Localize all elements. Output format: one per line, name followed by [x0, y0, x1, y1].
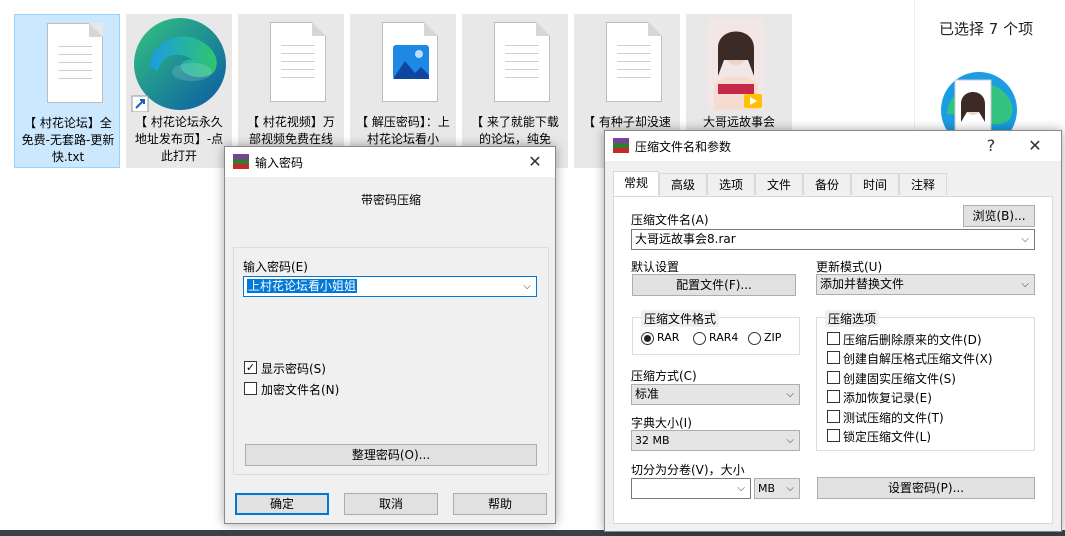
split-label: 切分为分卷(V)，大小: [631, 463, 745, 477]
option-sfx-checkbox[interactable]: [827, 351, 840, 364]
text-file-icon: [260, 20, 326, 106]
password-dialog: 输入密码 ✕ 带密码压缩 输入密码(E) 上村花论坛看小姐姐 ⌵ ✓ 显示密码(…: [224, 146, 556, 524]
help-button[interactable]: 帮助: [453, 493, 547, 515]
option-label: 压缩后删除原来的文件(D): [843, 333, 982, 347]
winrar-icon: [233, 154, 249, 170]
tab-backup[interactable]: 备份: [803, 173, 851, 195]
tab-advanced[interactable]: 高级: [659, 173, 707, 195]
update-mode-value: 添加并替换文件: [820, 277, 905, 291]
video-thumbnail-icon: [708, 18, 764, 110]
option-delete-files-checkbox[interactable]: [827, 332, 840, 345]
chevron-down-icon[interactable]: ⌵: [786, 385, 794, 404]
tab-strip: 常规 高级 选项 文件 备份 时间 注释: [613, 171, 1053, 197]
format-rar-label: RAR: [657, 331, 680, 344]
tab-time[interactable]: 时间: [851, 173, 899, 195]
dictionary-select[interactable]: 32 MB ⌵: [631, 430, 800, 451]
archive-dialog-title: 压缩文件名和参数: [635, 140, 732, 154]
file-tile-1[interactable]: 【 村花论坛】全免费-无套路-更新快.txt: [14, 14, 120, 168]
tab-comment[interactable]: 注释: [899, 173, 947, 195]
organize-passwords-button[interactable]: 整理密码(O)...: [245, 444, 537, 466]
close-icon[interactable]: ✕: [517, 149, 553, 175]
dictionary-value: 32 MB: [635, 434, 670, 447]
chevron-down-icon[interactable]: ⌵: [786, 479, 794, 498]
format-rar-radio[interactable]: [641, 332, 654, 345]
tab-general[interactable]: 常规: [613, 171, 659, 196]
tab-options[interactable]: 选项: [707, 173, 755, 195]
chevron-down-icon[interactable]: ⌵: [737, 479, 745, 498]
option-label: 创建固实压缩文件(S): [843, 372, 956, 386]
option-recovery-checkbox[interactable]: [827, 390, 840, 403]
chevron-down-icon[interactable]: ⌵: [1021, 275, 1029, 294]
edge-shortcut-icon: [130, 16, 230, 113]
file-tile-2[interactable]: 【 村花论坛永久地址发布页】-点此打开: [126, 14, 232, 168]
help-icon[interactable]: ?: [973, 133, 1009, 159]
encrypt-filenames-checkbox[interactable]: [244, 382, 257, 395]
split-unit-value: MB: [758, 482, 776, 495]
password-label: 输入密码(E): [243, 260, 308, 274]
format-zip-label: ZIP: [764, 331, 782, 344]
archive-dialog: 压缩文件名和参数 ? ✕ 常规 高级 选项 文件 备份 时间 注释 压缩文件名(…: [604, 130, 1062, 532]
profiles-button[interactable]: 配置文件(F)...: [632, 274, 796, 296]
text-file-icon: [37, 21, 103, 107]
encrypt-filenames-label: 加密文件名(N): [261, 383, 340, 397]
option-lock-checkbox[interactable]: [827, 429, 840, 442]
format-rar4-label: RAR4: [709, 331, 739, 344]
method-label: 压缩方式(C): [631, 369, 697, 383]
update-mode-select[interactable]: 添加并替换文件 ⌵: [816, 274, 1035, 295]
options-group-title: 压缩选项: [825, 310, 880, 327]
update-mode-label: 更新模式(U): [816, 260, 883, 274]
image-file-icon: [372, 20, 438, 106]
method-value: 标准: [635, 387, 660, 401]
close-icon[interactable]: ✕: [1017, 133, 1053, 159]
password-value: 上村花论坛看小姐姐: [247, 279, 358, 293]
file-caption: 大哥远故事会: [702, 115, 775, 129]
password-dialog-title: 输入密码: [255, 156, 304, 170]
method-select[interactable]: 标准 ⌵: [631, 384, 800, 405]
format-zip-radio[interactable]: [748, 332, 761, 345]
default-settings-label: 默认设置: [631, 260, 680, 274]
format-rar4-radio[interactable]: [693, 332, 706, 345]
archive-name-value: 大哥远故事会8.rar: [635, 232, 736, 246]
file-caption: 【 来了就能下载的论坛，纯免: [471, 115, 559, 146]
option-label: 创建自解压格式压缩文件(X): [843, 352, 993, 366]
archive-name-input[interactable]: 大哥远故事会8.rar ⌵: [631, 229, 1035, 250]
option-label: 测试压缩的文件(T): [843, 411, 944, 425]
browse-button[interactable]: 浏览(B)...: [963, 205, 1035, 227]
chevron-down-icon[interactable]: ⌵: [786, 431, 794, 450]
chevron-down-icon[interactable]: ⌵: [523, 277, 531, 296]
text-file-icon: [596, 20, 662, 106]
selection-count: 已选择 7 个项: [939, 20, 1034, 38]
show-password-label: 显示密码(S): [261, 362, 326, 376]
dictionary-label: 字典大小(I): [631, 416, 692, 430]
file-caption: 【 村花论坛】全免费-无套路-更新快.txt: [21, 116, 115, 164]
archive-dialog-titlebar: 压缩文件名和参数 ? ✕: [605, 131, 1061, 161]
cancel-button[interactable]: 取消: [344, 493, 438, 515]
tab-files[interactable]: 文件: [755, 173, 803, 195]
password-dialog-titlebar: 输入密码 ✕: [225, 147, 555, 177]
file-caption: 【 解压密码】：上村花论坛看小: [356, 115, 450, 146]
format-group-title: 压缩文件格式: [641, 310, 720, 327]
winrar-icon: [613, 138, 629, 154]
option-label: 锁定压缩文件(L): [843, 430, 932, 444]
show-password-checkbox[interactable]: ✓: [244, 361, 257, 374]
split-unit-select[interactable]: MB ⌵: [754, 478, 800, 499]
archive-name-label: 压缩文件名(A): [631, 213, 709, 227]
chevron-down-icon[interactable]: ⌵: [1021, 230, 1029, 249]
option-test-checkbox[interactable]: [827, 410, 840, 423]
file-tile-4[interactable]: 【 解压密码】：上村花论坛看小: [350, 14, 456, 168]
file-caption: 【 村花论坛永久地址发布页】-点此打开: [134, 115, 224, 163]
password-input[interactable]: 上村花论坛看小姐姐 ⌵: [243, 276, 537, 297]
file-tile-3[interactable]: 【 村花视频】万部视频免费在线: [238, 14, 344, 168]
text-file-icon: [484, 20, 550, 106]
set-password-button[interactable]: 设置密码(P)...: [817, 477, 1035, 499]
file-tile-5[interactable]: 【 来了就能下载的论坛，纯免: [462, 14, 568, 168]
password-heading: 带密码压缩: [360, 193, 421, 207]
split-size-input[interactable]: ⌵: [631, 478, 751, 499]
option-label: 添加恢复记录(E): [843, 391, 932, 405]
ok-button[interactable]: 确定: [235, 493, 329, 515]
file-caption: 【 村花视频】万部视频免费在线: [247, 115, 335, 146]
option-solid-checkbox[interactable]: [827, 371, 840, 384]
